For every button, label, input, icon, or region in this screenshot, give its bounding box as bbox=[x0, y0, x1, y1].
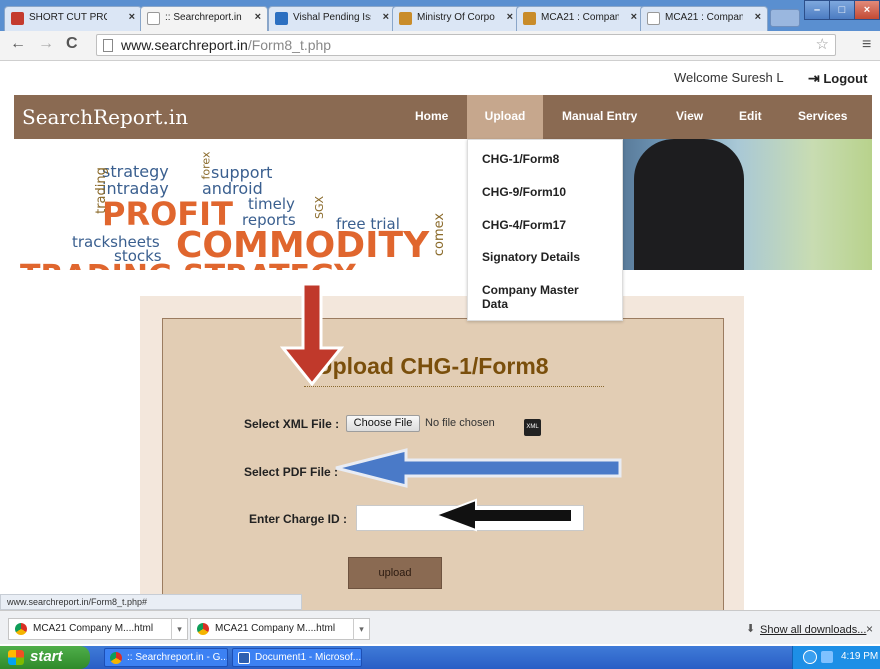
blue-left-arrow-icon bbox=[335, 448, 622, 488]
download-icon: ⬇ bbox=[746, 623, 756, 635]
status-bar: www.searchreport.in/Form8_t.php# bbox=[0, 594, 302, 610]
nav-edit[interactable]: Edit bbox=[739, 109, 762, 123]
address-bar[interactable]: www.searchreport.in/Form8_t.php ☆ bbox=[96, 34, 836, 56]
download-item[interactable]: MCA21 Company M....html ▾ bbox=[8, 618, 188, 640]
close-icon[interactable]: × bbox=[129, 11, 135, 23]
menu-item-company-master-data[interactable]: Company Master Data bbox=[482, 283, 602, 311]
upload-dropdown-menu: CHG-1/Form8 CHG-9/Form10 CHG-4/Form17 Si… bbox=[467, 139, 623, 321]
downloads-bar: MCA21 Company M....html ▾ MCA21 Company … bbox=[0, 610, 880, 644]
menu-item-signatory-details[interactable]: Signatory Details bbox=[482, 250, 580, 264]
browser-tab-active[interactable]: :: Searchreport.in × bbox=[140, 6, 268, 32]
site-header: SearchReport.in Home Upload Manual Entry… bbox=[14, 95, 872, 139]
download-item[interactable]: MCA21 Company M....html ▾ bbox=[190, 618, 370, 640]
close-icon[interactable]: × bbox=[507, 11, 513, 23]
pdf-file-label: Select PDF File : bbox=[244, 465, 339, 479]
browser-tab[interactable]: MCA21 : Compan × bbox=[640, 6, 768, 31]
hero-banner: strategy forex support intraday android … bbox=[14, 139, 872, 270]
page-icon bbox=[147, 12, 160, 25]
browser-toolbar: ← → C www.searchreport.in/Form8_t.php ☆ … bbox=[0, 31, 880, 61]
start-button[interactable]: start bbox=[0, 646, 90, 669]
welcome-text: Welcome Suresh L bbox=[674, 70, 784, 85]
browser-tab[interactable]: Ministry Of Corpor × bbox=[392, 6, 520, 31]
businessman-image bbox=[634, 139, 744, 270]
chevron-down-icon[interactable]: ▾ bbox=[353, 618, 369, 640]
close-icon[interactable]: × bbox=[755, 11, 761, 23]
xml-file-label: Select XML File : bbox=[244, 417, 340, 431]
browser-tab-strip: SHORT CUT PROCE × :: Searchreport.in × V… bbox=[0, 0, 880, 32]
chevron-down-icon[interactable]: ▾ bbox=[171, 618, 187, 640]
page-icon bbox=[103, 39, 113, 52]
window-close-button[interactable]: × bbox=[854, 0, 880, 20]
logout-link[interactable]: ⇥ Logout bbox=[808, 70, 867, 87]
close-icon[interactable]: × bbox=[866, 622, 873, 636]
back-arrow-icon[interactable]: ← bbox=[10, 35, 26, 53]
no-file-text: No file chosen bbox=[425, 417, 495, 429]
black-left-arrow-icon bbox=[433, 498, 573, 532]
nav-services[interactable]: Services bbox=[798, 109, 847, 123]
page-icon bbox=[647, 12, 660, 25]
close-icon[interactable]: × bbox=[631, 11, 637, 23]
nav-home[interactable]: Home bbox=[415, 109, 448, 123]
close-icon[interactable]: × bbox=[383, 11, 389, 23]
show-all-downloads-link[interactable]: Show all downloads... bbox=[760, 624, 866, 636]
browser-tab[interactable]: Vishal Pending Issu × bbox=[268, 6, 396, 31]
chrome-icon bbox=[197, 623, 209, 635]
chrome-icon bbox=[15, 623, 27, 635]
upload-button[interactable]: upload bbox=[348, 557, 442, 589]
maximize-button[interactable]: □ bbox=[829, 0, 855, 20]
menu-icon[interactable]: ≡ bbox=[862, 36, 871, 54]
choose-file-button[interactable]: Choose File bbox=[346, 415, 420, 432]
menu-item-chg4-form17[interactable]: CHG-4/Form17 bbox=[482, 218, 566, 232]
emblem-icon bbox=[399, 12, 412, 25]
gmail-icon bbox=[11, 12, 24, 25]
close-icon[interactable]: × bbox=[255, 11, 261, 23]
minimize-button[interactable]: – bbox=[804, 0, 830, 20]
chrome-icon bbox=[110, 652, 122, 664]
forward-arrow-icon[interactable]: → bbox=[38, 35, 54, 53]
menu-item-chg9-form10[interactable]: CHG-9/Form10 bbox=[482, 185, 566, 199]
xml-file-icon: XML bbox=[524, 419, 541, 436]
word-icon bbox=[238, 652, 250, 664]
charge-id-label: Enter Charge ID : bbox=[249, 512, 348, 526]
tray-arrow-icon[interactable] bbox=[803, 650, 817, 664]
browser-tab[interactable]: MCA21 : Company × bbox=[516, 6, 644, 31]
windows-logo-icon bbox=[8, 650, 24, 665]
trello-icon bbox=[275, 12, 288, 25]
menu-item-chg1-form8[interactable]: CHG-1/Form8 bbox=[482, 152, 559, 166]
network-icon[interactable] bbox=[821, 651, 833, 663]
taskbar-item-word[interactable]: Document1 - Microsof... bbox=[232, 648, 362, 667]
browser-tab[interactable]: SHORT CUT PROCE × bbox=[4, 6, 142, 31]
reload-icon[interactable]: C bbox=[66, 35, 78, 53]
star-icon[interactable]: ☆ bbox=[816, 35, 829, 53]
logout-icon: ⇥ bbox=[808, 70, 820, 86]
new-tab-button[interactable] bbox=[770, 9, 800, 27]
clock[interactable]: 4:19 PM bbox=[841, 651, 878, 662]
taskbar-item-browser[interactable]: :: Searchreport.in - G... bbox=[104, 648, 228, 667]
brand-logo[interactable]: SearchReport.in bbox=[22, 105, 188, 129]
nav-upload[interactable]: Upload bbox=[467, 95, 543, 139]
nav-view[interactable]: View bbox=[676, 109, 703, 123]
nav-manual-entry[interactable]: Manual Entry bbox=[562, 109, 637, 123]
red-down-arrow-icon bbox=[279, 282, 345, 387]
emblem-icon bbox=[523, 12, 536, 25]
windows-taskbar: start :: Searchreport.in - G... Document… bbox=[0, 646, 880, 669]
system-tray: 4:19 PM bbox=[792, 646, 880, 669]
